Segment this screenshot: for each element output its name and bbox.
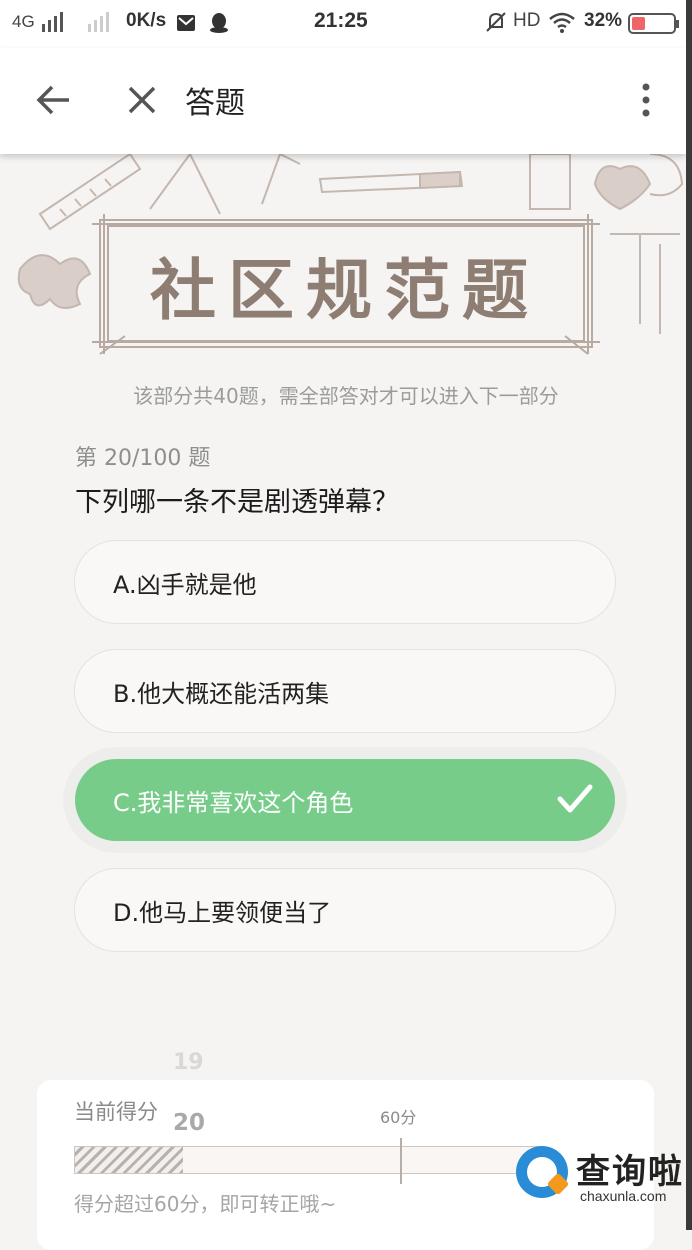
qq-icon	[210, 13, 228, 33]
mute-bell-icon	[486, 12, 506, 32]
clock: 21:25	[314, 9, 368, 32]
app-bar: 答题	[0, 48, 686, 154]
page-title: 答题	[185, 86, 245, 121]
watermark-logo: 查询啦 chaxunla.com	[516, 1140, 686, 1210]
option-a-label: A.凶手就是他	[113, 570, 257, 599]
question-text: 下列哪一条不是剧透弹幕？	[75, 487, 399, 518]
watermark-url: chaxunla.com	[580, 1188, 667, 1204]
score-value: 20	[173, 1110, 206, 1136]
signal-2-icon	[88, 12, 109, 32]
question-counter: 第 20/100 题	[75, 446, 211, 471]
battery-icon	[628, 13, 679, 34]
close-icon[interactable]	[127, 85, 157, 115]
message-icon	[177, 15, 195, 31]
option-d[interactable]: D.他马上要领便当了	[74, 868, 616, 952]
signal-icon	[42, 12, 63, 32]
threshold-label: 60分	[380, 1108, 417, 1127]
option-b[interactable]: B.他大概还能活两集	[74, 649, 616, 733]
previous-score: 19	[173, 1050, 204, 1075]
check-icon	[557, 784, 593, 813]
option-c-label: C.我非常喜欢这个角色	[113, 788, 354, 817]
section-description: 该部分共40题，需全部答对才可以进入下一部分	[133, 384, 559, 408]
option-b-label: B.他大概还能活两集	[113, 679, 330, 708]
score-progress-bar	[74, 1146, 544, 1174]
hd-label: HD	[513, 10, 541, 31]
score-progress-fill	[75, 1147, 183, 1173]
status-bar: 4G 0K/s 21:25 HD 32%	[0, 0, 692, 48]
more-vertical-icon[interactable]	[640, 82, 652, 118]
battery-percent: 32%	[584, 10, 623, 31]
network-speed: 0K/s	[126, 10, 167, 31]
threshold-marker	[400, 1138, 402, 1184]
wifi-icon	[549, 12, 575, 33]
screen-edge	[686, 0, 692, 1230]
network-type: 4G	[12, 12, 35, 31]
score-hint: 得分超过60分，即可转正哦~	[74, 1192, 337, 1216]
option-c[interactable]: C.我非常喜欢这个角色	[75, 759, 615, 841]
option-a[interactable]: A.凶手就是他	[74, 540, 616, 624]
watermark-name: 查询啦	[576, 1152, 684, 1192]
banner-title: 社区规范题	[150, 251, 540, 329]
back-arrow-icon[interactable]	[36, 84, 72, 116]
option-d-label: D.他马上要领便当了	[113, 898, 332, 927]
score-label: 当前得分	[74, 1100, 158, 1124]
